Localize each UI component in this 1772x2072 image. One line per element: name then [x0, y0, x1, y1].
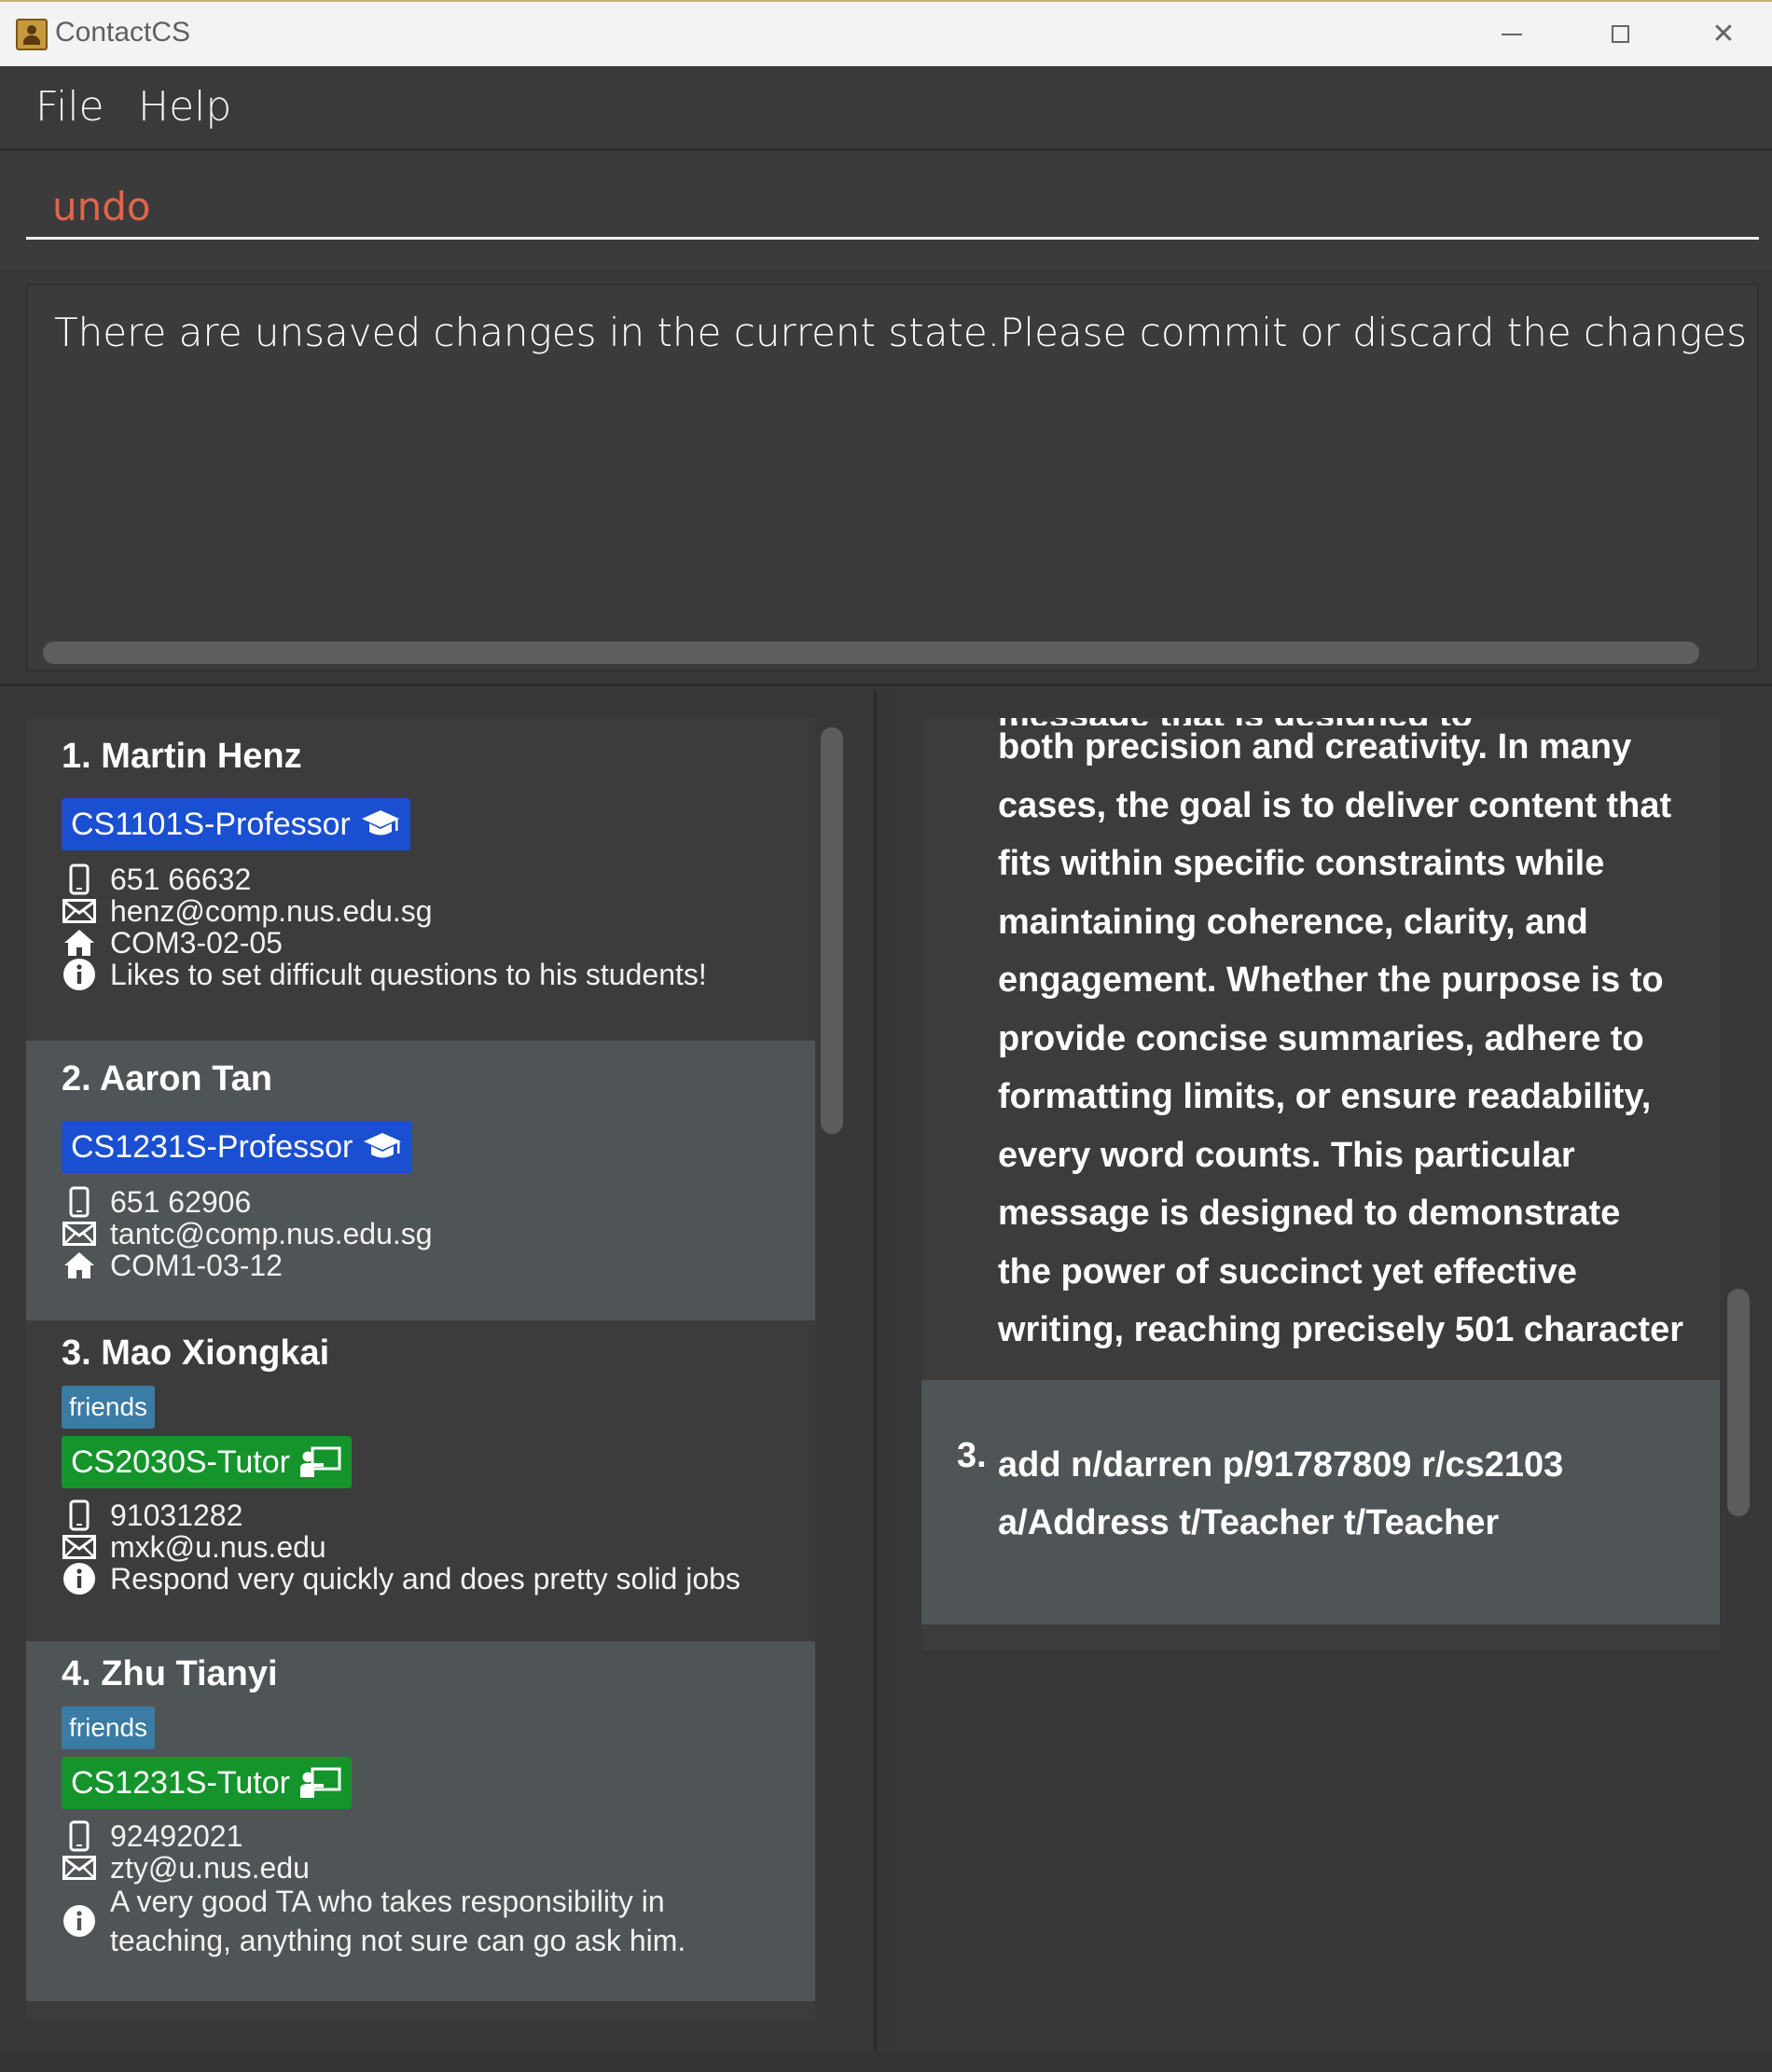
info-icon [62, 1903, 97, 1939]
person-list[interactable]: 1. Martin Henz CS1101S-Professor 651 666… [26, 718, 815, 2020]
history-item[interactable]: message that is designed to demonstrate … [921, 718, 1720, 1380]
person-name: 3. Mao Xiongkai [62, 1333, 330, 1373]
person-list-scrollbar[interactable] [821, 727, 843, 1134]
status-bar [0, 2051, 1772, 2072]
menu-help[interactable]: Help [138, 83, 231, 131]
person-list-panel: 1. Martin Henz CS1101S-Professor 651 666… [0, 690, 877, 2051]
info-icon [62, 957, 97, 992]
maximize-button[interactable] [1569, 2, 1671, 66]
menu-file[interactable]: File [35, 83, 104, 131]
remark-field: A very good TA who takes responsibility … [62, 1882, 685, 1960]
info-icon [62, 1561, 97, 1596]
close-button[interactable]: ✕ [1677, 2, 1770, 66]
role-tag: CS1101S-Professor [62, 798, 410, 850]
title-bar: ContactCS ✕ [0, 0, 1772, 66]
result-display-panel: There are unsaved changes in the current… [0, 270, 1772, 686]
person-card[interactable]: 4. Zhu Tianyi friends CS1231S-Tutor 9249… [26, 1641, 815, 2001]
history-scrollbar[interactable] [1727, 1289, 1750, 1516]
result-display[interactable]: There are unsaved changes in the current… [26, 283, 1759, 671]
history-panel: message that is designed to demonstrate … [895, 690, 1772, 2051]
person-name: 1. Martin Henz [62, 737, 302, 776]
friends-tag: friends [62, 1706, 156, 1749]
history-item-text: add n/darren p/91787809 r/cs2103 a/Addre… [998, 1445, 1564, 1542]
window-title: ContactCS [55, 17, 191, 48]
history-item[interactable]: 3. add n/darren p/91787809 r/cs2103 a/Ad… [921, 1380, 1720, 1624]
person-name: 4. Zhu Tianyi [62, 1654, 278, 1693]
minimize-button[interactable] [1461, 2, 1563, 66]
history-item-index: 3. [957, 1436, 987, 1475]
remark-field: Respond very quickly and does pretty sol… [62, 1559, 741, 1598]
role-tag: CS1231S-Tutor [62, 1757, 352, 1809]
teacher-board-icon [299, 1767, 341, 1798]
graduation-cap-icon [361, 810, 399, 836]
home-icon [62, 1248, 97, 1283]
minimize-icon [1502, 33, 1522, 35]
person-card[interactable]: 2. Aaron Tan CS1231S-Professor 651 62906… [26, 1041, 815, 1320]
result-message: There are unsaved changes in the current… [54, 310, 1757, 355]
graduation-cap-icon [364, 1133, 402, 1158]
teacher-board-icon [299, 1446, 341, 1477]
person-card[interactable]: 1. Martin Henz CS1101S-Professor 651 666… [26, 718, 815, 1041]
remark-field: Likes to set difficult questions to his … [62, 955, 707, 994]
role-tag: CS2030S-Tutor [62, 1436, 352, 1488]
address-field: COM1-03-12 [62, 1246, 283, 1285]
history-list[interactable]: message that is designed to demonstrate … [921, 718, 1720, 1651]
person-name: 2. Aaron Tan [62, 1059, 272, 1098]
role-tag: CS1231S-Professor [62, 1121, 413, 1173]
command-box [0, 152, 1772, 269]
app-icon [16, 19, 48, 50]
menu-bar: File Help [0, 66, 1772, 150]
maximize-icon [1611, 25, 1629, 43]
history-item-text: both precision and creativity. In many c… [998, 727, 1684, 1349]
person-card[interactable]: 3. Mao Xiongkai friends CS2030S-Tutor 91… [26, 1320, 815, 1641]
horizontal-scrollbar[interactable] [43, 642, 1699, 664]
command-input[interactable] [26, 176, 1759, 240]
close-icon: ✕ [1711, 18, 1736, 50]
friends-tag: friends [62, 1386, 156, 1429]
envelope-icon [62, 1850, 97, 1886]
